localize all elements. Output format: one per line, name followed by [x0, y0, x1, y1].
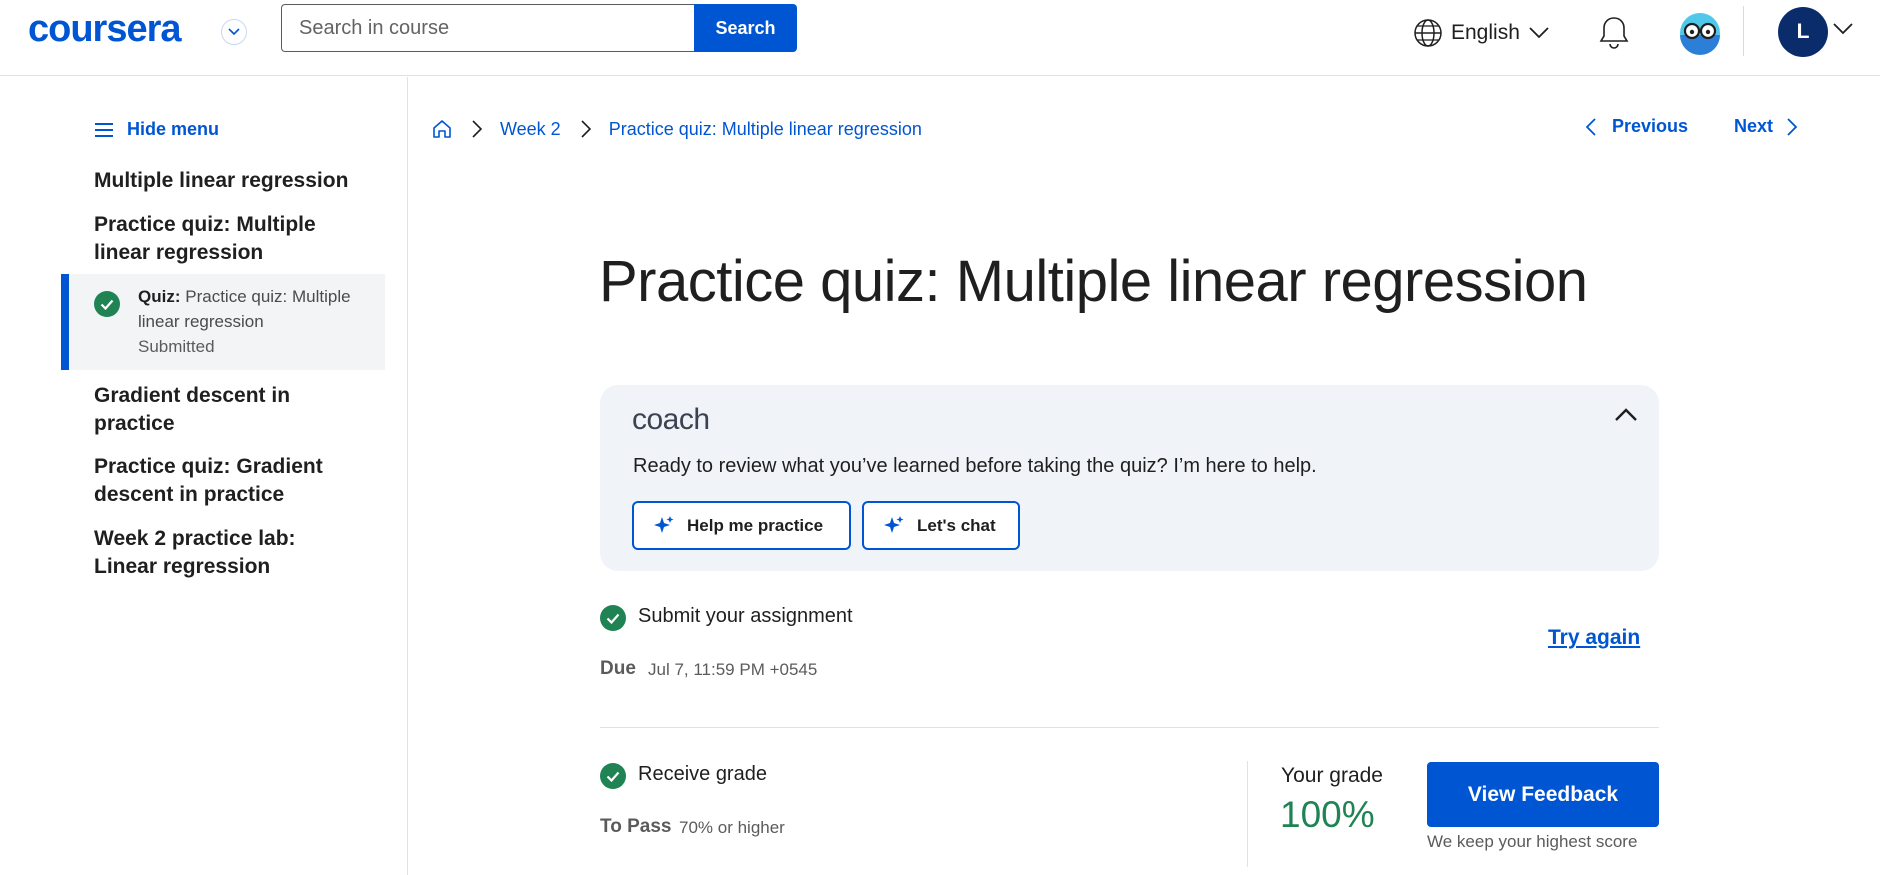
- due-label: Due: [600, 658, 636, 679]
- to-pass-value: 70% or higher: [679, 818, 785, 837]
- chevron-up-icon[interactable]: [1614, 407, 1638, 428]
- sidebar-item-multiple-linear-regression[interactable]: Multiple linear regression: [94, 167, 354, 195]
- due-value: Jul 7, 11:59 PM +0545: [648, 660, 818, 679]
- next-label: Next: [1734, 116, 1774, 136]
- breadcrumb-current[interactable]: Practice quiz: Multiple linear regressio…: [609, 119, 922, 140]
- page-title: Practice quiz: Multiple linear regressio…: [599, 249, 1588, 314]
- view-feedback-button[interactable]: View Feedback: [1427, 762, 1659, 827]
- hide-menu-button[interactable]: Hide menu: [95, 119, 219, 140]
- help-me-practice-button[interactable]: Help me practice: [632, 501, 851, 550]
- hide-menu-label: Hide menu: [127, 119, 220, 139]
- coach-logo: coach: [632, 403, 710, 436]
- sidebar-item-practice-lab[interactable]: Week 2 practice lab: Linear regression: [94, 525, 354, 581]
- header-divider: [1743, 6, 1744, 56]
- sidebar-item-gradient-descent[interactable]: Gradient descent in practice: [94, 382, 354, 438]
- chevron-right-icon: [1787, 117, 1798, 136]
- language-selector[interactable]: English: [1413, 16, 1550, 50]
- top-header: coursera Search English: [0, 0, 1880, 76]
- breadcrumb: Week 2 Practice quiz: Multiple linear re…: [432, 116, 922, 142]
- to-pass-label: To Pass: [600, 816, 672, 837]
- highest-score-note: We keep your highest score: [1427, 832, 1638, 851]
- previous-label: Previous: [1612, 116, 1689, 136]
- sidebar-item-practice-quiz-mlr[interactable]: Practice quiz: Multiple linear regressio…: [94, 211, 354, 267]
- active-item-status: Submitted: [138, 337, 215, 356]
- sparkle-icon: [654, 515, 674, 533]
- coach-glasses-icon[interactable]: [1678, 11, 1722, 55]
- coach-card: coach Ready to review what you’ve learne…: [600, 385, 1659, 571]
- chevron-right-icon: [472, 120, 482, 138]
- chevron-down-icon[interactable]: [221, 19, 247, 45]
- check-circle-icon: [600, 605, 626, 631]
- your-grade-label: Your grade: [1281, 764, 1383, 787]
- search-button[interactable]: Search: [694, 4, 797, 52]
- chevron-right-icon: [581, 120, 591, 138]
- section-divider: [600, 727, 1659, 728]
- chevron-down-icon: [1529, 27, 1549, 39]
- language-label: English: [1451, 21, 1520, 44]
- chevron-left-icon: [1586, 117, 1596, 136]
- help-me-practice-label: Help me practice: [687, 515, 824, 535]
- coursera-logo[interactable]: coursera: [28, 8, 182, 51]
- search-input[interactable]: [281, 4, 695, 52]
- globe-icon: [1414, 19, 1442, 47]
- menu-icon: [95, 122, 113, 137]
- receive-grade-title: Receive grade: [638, 763, 767, 785]
- sidebar-item-practice-quiz-gd[interactable]: Practice quiz: Gradient descent in pract…: [94, 453, 354, 509]
- bell-icon[interactable]: [1597, 14, 1631, 55]
- sparkle-icon: [884, 515, 904, 533]
- active-item-type: Quiz:: [138, 287, 181, 306]
- check-circle-icon: [94, 291, 120, 317]
- your-grade-value: 100%: [1280, 794, 1375, 835]
- next-button[interactable]: Next: [1734, 116, 1798, 137]
- lets-chat-button[interactable]: Let's chat: [862, 501, 1020, 550]
- coach-message: Ready to review what you’ve learned befo…: [633, 455, 1317, 477]
- user-avatar[interactable]: L: [1778, 7, 1828, 57]
- home-icon[interactable]: [432, 119, 452, 139]
- submit-assignment-title: Submit your assignment: [638, 605, 853, 627]
- grade-divider: [1247, 761, 1248, 867]
- try-again-link[interactable]: Try again: [1548, 626, 1640, 650]
- active-item-title: Quiz: Practice quiz: Multiple linear reg…: [138, 284, 358, 334]
- lets-chat-label: Let's chat: [917, 515, 996, 535]
- check-circle-icon: [600, 763, 626, 789]
- course-sidebar: Hide menu Multiple linear regression Pra…: [0, 77, 408, 875]
- chevron-down-icon[interactable]: [1832, 22, 1854, 41]
- previous-button[interactable]: Previous: [1586, 116, 1688, 137]
- breadcrumb-week[interactable]: Week 2: [500, 119, 561, 140]
